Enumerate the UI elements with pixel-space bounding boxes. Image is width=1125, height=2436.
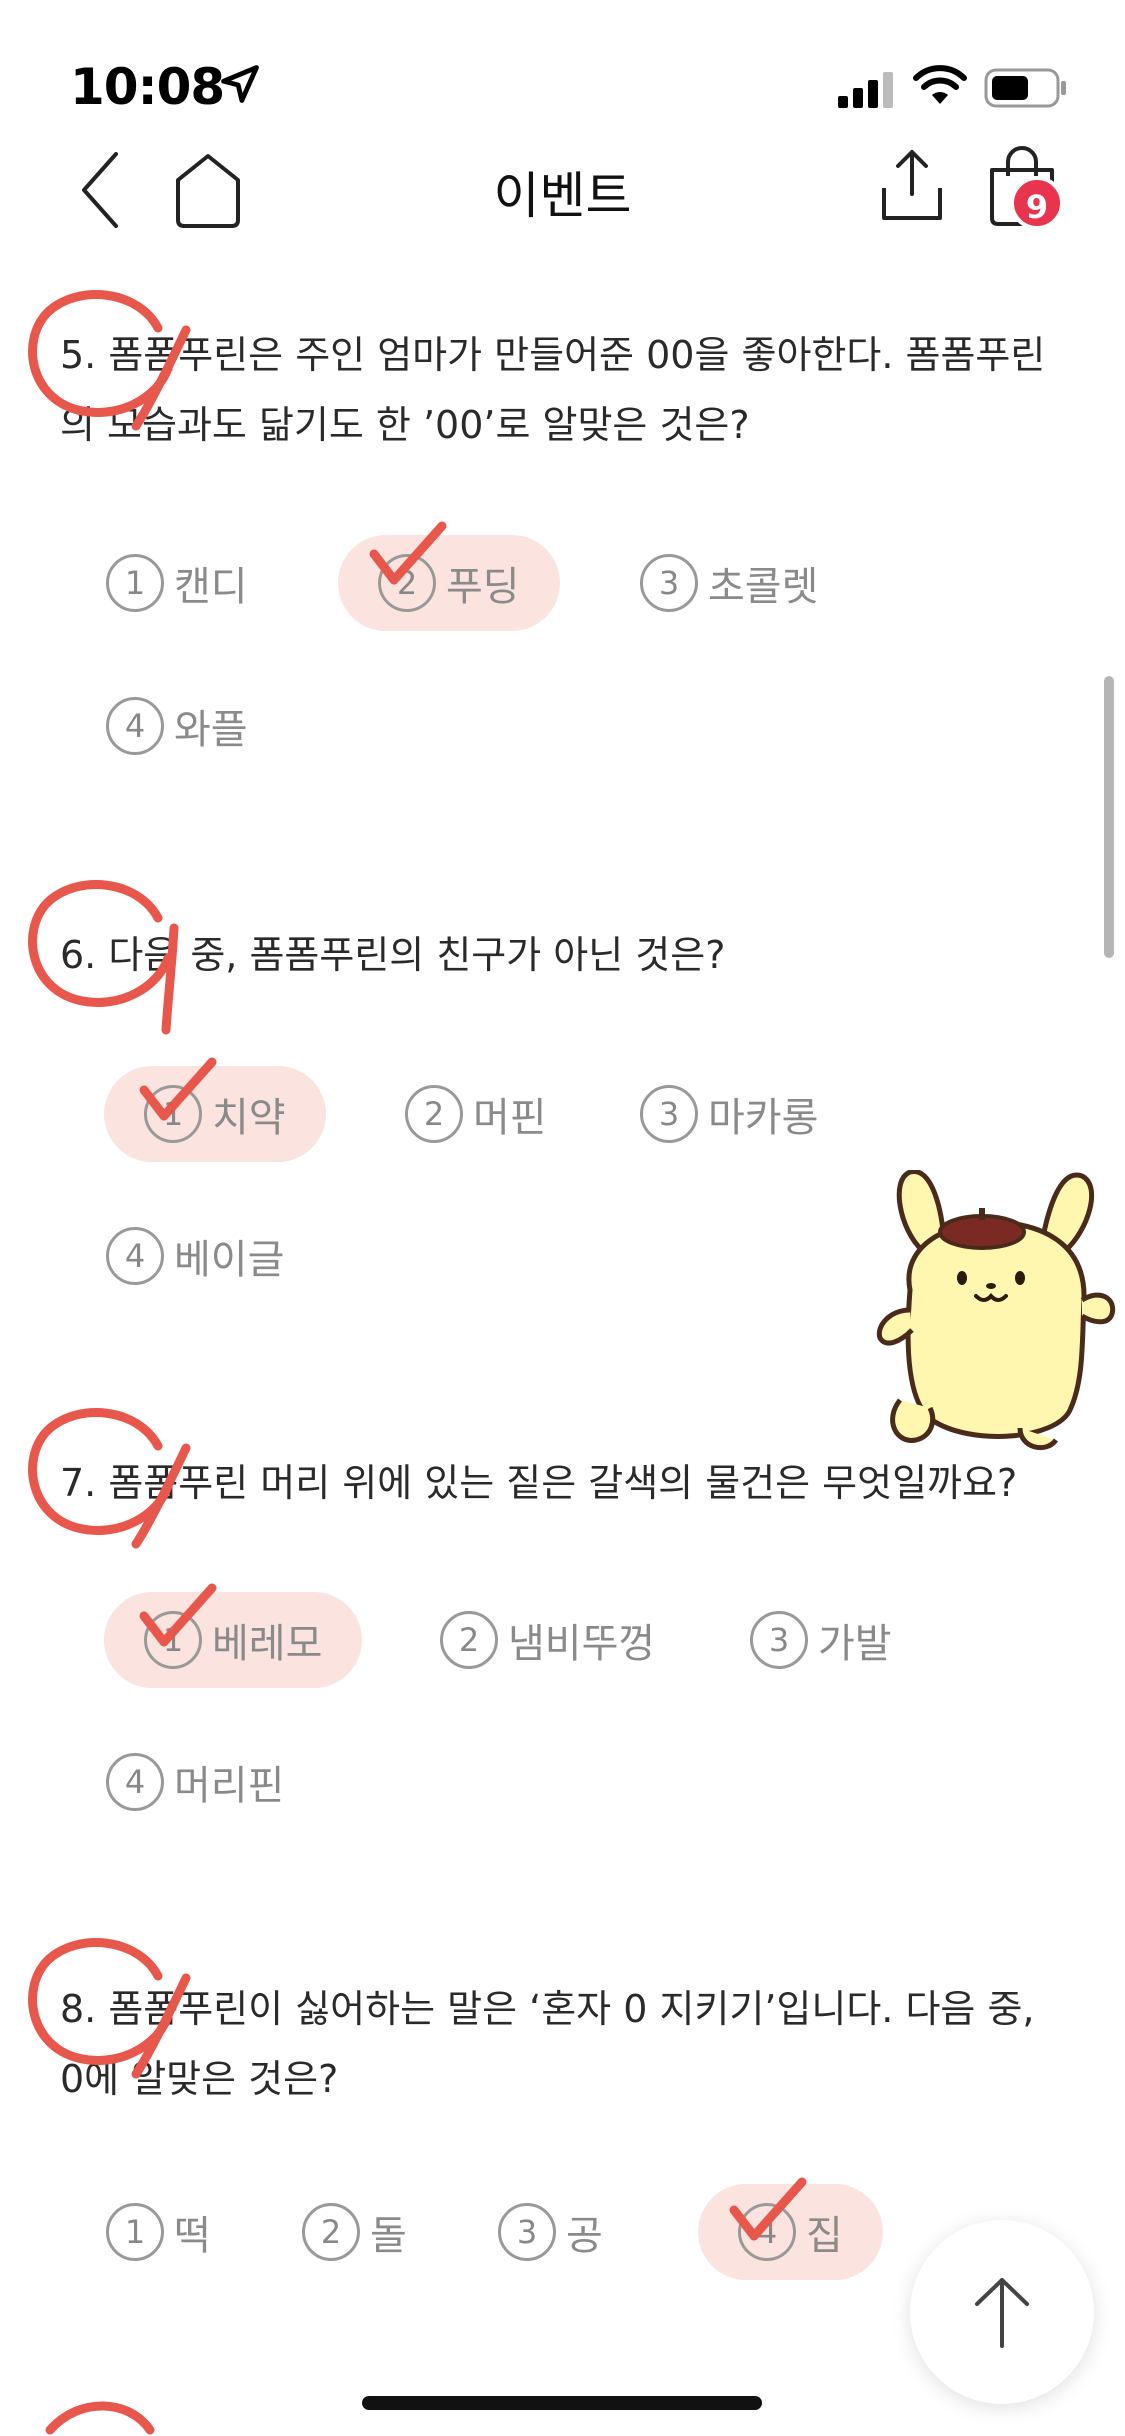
option-label: 냄비뚜껑 (508, 1621, 656, 1667)
option-label: 초콜렛 (708, 564, 819, 610)
option-label: 베이글 (174, 1237, 285, 1283)
option-2[interactable]: 2 돌 (262, 2184, 447, 2280)
option-label: 베레모 (212, 1621, 323, 1667)
option-label: 머리핀 (174, 1763, 285, 1809)
signal-icon (838, 72, 893, 108)
handwritten-q-mark-icon (45, 2401, 155, 2435)
arrow-up-icon (975, 2278, 1029, 2348)
scroll-to-top-button[interactable] (910, 2220, 1094, 2404)
option-label: 가발 (818, 1621, 892, 1667)
option-label: 머핀 (473, 1095, 547, 1141)
option-1-selected[interactable]: 1 치약 (104, 1066, 326, 1162)
option-3[interactable]: 3 초콜렛 (600, 535, 858, 631)
option-1-selected[interactable]: 1 베레모 (104, 1592, 363, 1688)
wifi-icon (913, 65, 967, 104)
option-label: 집 (806, 2213, 843, 2259)
option-label: 돌 (370, 2213, 407, 2259)
nav-bar: 이벤트 9 (0, 130, 1125, 250)
option-2[interactable]: 2 냄비뚜껑 (400, 1592, 695, 1688)
location-arrow-icon (221, 65, 259, 103)
option-4-selected[interactable]: 4 집 (698, 2184, 883, 2280)
scrollbar[interactable] (1104, 676, 1114, 958)
option-2[interactable]: 2 머핀 (365, 1066, 587, 1162)
option-label: 마카롱 (708, 1095, 819, 1141)
question-text: 8. 폼폼푸린이 싫어하는 말은 ‘혼자 0 지키기’입니다. 다음 중, 0에… (60, 1987, 1035, 2101)
question-text: 6. 다음 중, 폼폼푸린의 친구가 아닌 것은? (60, 933, 726, 977)
home-indicator (362, 2396, 762, 2410)
option-label: 떡 (174, 2213, 211, 2259)
page-title: 이벤트 (493, 167, 632, 225)
status-bar: 10:08 (0, 0, 1125, 130)
option-label: 푸딩 (446, 564, 520, 610)
option-3[interactable]: 3 가발 (710, 1592, 932, 1688)
option-2-selected[interactable]: 2 푸딩 (338, 535, 560, 631)
option-1[interactable]: 1 캔디 (66, 535, 288, 631)
option-4[interactable]: 4 머리핀 (66, 1734, 324, 1830)
option-3[interactable]: 3 마카롱 (600, 1066, 858, 1162)
option-label: 공 (566, 2213, 603, 2259)
cart-count-badge: 9 (1010, 176, 1064, 230)
option-4[interactable]: 4 베이글 (66, 1208, 324, 1304)
option-4[interactable]: 4 와플 (66, 678, 288, 774)
option-label: 치약 (212, 1095, 286, 1141)
status-time: 10:08 (70, 58, 225, 116)
option-label: 와플 (174, 707, 248, 753)
option-1[interactable]: 1 떡 (66, 2184, 251, 2280)
question-text: 5. 폼폼푸린은 주인 엄마가 만들어준 00을 좋아한다. 폼폼푸린의 모습과… (60, 333, 1046, 447)
pompompurin-character-icon (876, 1170, 1116, 1451)
option-label: 캔디 (174, 564, 248, 610)
share-icon[interactable] (876, 144, 948, 224)
option-3[interactable]: 3 공 (458, 2184, 643, 2280)
battery-icon (984, 68, 1066, 108)
